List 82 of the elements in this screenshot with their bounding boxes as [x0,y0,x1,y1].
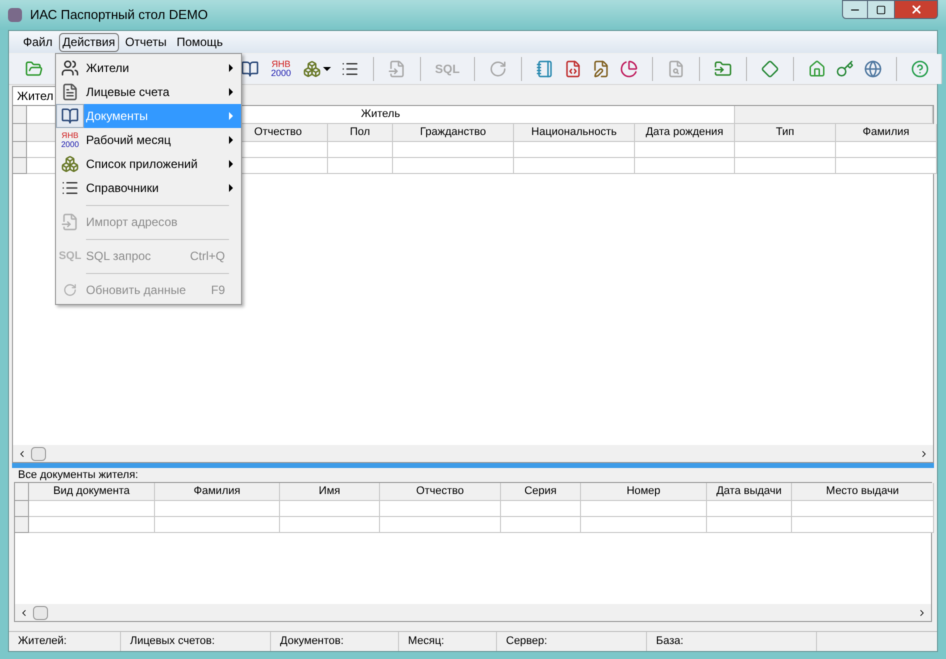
status-field: Лицевых счетов: [121,632,271,651]
help-icon[interactable] [910,60,929,78]
scroll-thumb[interactable] [33,606,48,620]
menu-item[interactable]: Список приложений [56,152,241,176]
column-header[interactable]: Вид документа [29,483,155,501]
menu-bar-item[interactable]: Помощь [172,32,227,52]
row-indicator[interactable] [15,517,29,533]
section-label: Все документы жителя: [17,468,140,482]
submenu-arrow-icon [229,112,233,120]
close-icon [910,3,922,16]
horizontal-scrollbar[interactable] [15,604,931,621]
apps-icon[interactable] [303,60,321,78]
window-title: ИАС Паспортный стол DEMO [30,6,208,24]
table-cell [328,142,393,158]
status-field: Документов: [271,632,399,651]
column-header[interactable]: Дата рождения [635,124,735,142]
column-header[interactable]: Номер [581,483,707,501]
column-header[interactable]: Фамилия [155,483,280,501]
menu-bar-item[interactable]: Действия [58,32,120,52]
column-header[interactable]: Фамилия [836,124,937,142]
submenu-arrow-icon [229,136,233,144]
sql-icon: SQL [58,248,82,264]
document-icon[interactable] [564,60,582,78]
menu-item[interactable]: Лицевые счета [56,80,241,104]
column-header[interactable]: Имя [280,483,380,501]
refresh-icon[interactable] [488,60,507,78]
row-indicator[interactable] [13,124,27,142]
maximize-icon [876,4,886,14]
people-icon [61,59,79,77]
menu-item[interactable]: Справочники [56,176,241,200]
column-header[interactable]: Отчество [380,483,501,501]
column-header[interactable]: Национальность [514,124,635,142]
row-indicator[interactable] [13,142,27,158]
menu-bar-item[interactable]: Файл [19,32,57,52]
horizontal-scrollbar[interactable] [13,445,933,462]
minimize-button[interactable] [842,0,868,19]
status-field: Сервер: [497,632,647,651]
import-icon[interactable] [388,60,406,78]
menu-bar-item[interactable]: Отчеты [121,32,171,52]
key-icon[interactable] [836,60,854,78]
row-indicator[interactable] [15,501,29,517]
pie-chart-icon[interactable] [620,60,638,78]
table-cell [328,158,393,174]
calendar-icon: ЯНВ 2000 [61,131,79,149]
close-button[interactable] [894,0,938,19]
folder-document-icon[interactable] [714,60,732,78]
submenu-arrow-icon [229,88,233,96]
column-header[interactable]: Гражданство [393,124,514,142]
submenu-arrow-icon [229,160,233,168]
list-icon [61,179,79,197]
import-icon [61,213,79,231]
book-icon [61,107,79,125]
scroll-thumb[interactable] [31,446,46,460]
apps-icon [61,155,79,173]
document-search-icon[interactable] [666,60,685,78]
status-field: База: [647,632,817,651]
status-field: Жителей: [9,632,121,651]
menu-item[interactable]: Жители [56,56,241,80]
globe-icon[interactable] [864,60,882,78]
book-icon[interactable] [241,60,259,78]
column-header[interactable]: Место выдачи [792,483,934,501]
document-icon [61,83,79,101]
document-edit-icon[interactable] [592,60,610,78]
submenu-arrow-icon [229,184,233,192]
diamond-icon[interactable] [760,60,779,78]
column-header[interactable]: Дата выдачи [707,483,792,501]
calendar-icon[interactable]: ЯНВ 2000 [269,60,293,78]
app-icon [8,8,22,22]
status-field: Месяц: [399,632,497,651]
folder-icon[interactable] [25,60,43,78]
row-indicator[interactable] [13,158,27,174]
maximize-button[interactable] [868,0,894,19]
column-header[interactable]: Серия [501,483,581,501]
row-indicator[interactable] [15,483,29,501]
column-header[interactable]: Тип [735,124,836,142]
row-indicator[interactable] [13,106,27,124]
submenu-arrow-icon [229,64,233,72]
notebook-icon[interactable] [536,60,554,78]
house-icon[interactable] [808,60,826,78]
refresh-icon [63,283,77,297]
column-header[interactable]: Пол [328,124,393,142]
dropdown-arrow-icon[interactable] [323,66,331,70]
